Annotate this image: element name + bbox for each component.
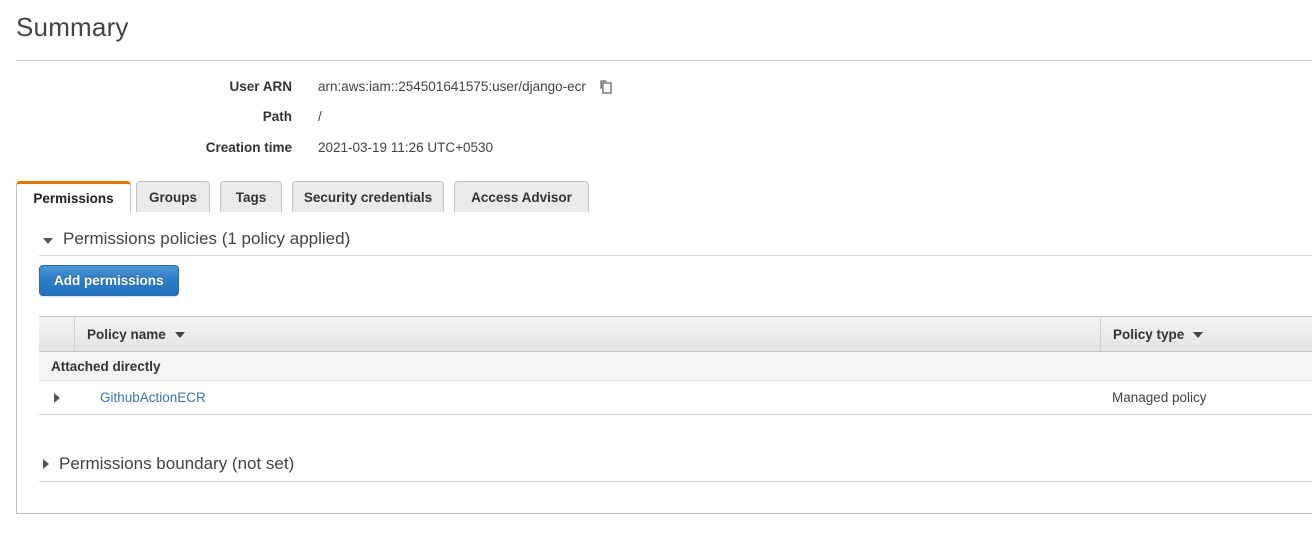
detail-value: arn:aws:iam::254501641575:user/django-ec… <box>318 78 614 94</box>
permissions-policies-section-header[interactable]: Permissions policies (1 policy applied) <box>43 229 350 249</box>
sort-descending-icon <box>175 332 185 338</box>
group-row-label: Attached directly <box>39 352 161 380</box>
tab-label: Groups <box>149 190 197 205</box>
tab-permissions[interactable]: Permissions <box>16 181 131 213</box>
tab-label: Access Advisor <box>471 190 572 205</box>
chevron-right-icon[interactable] <box>54 393 60 403</box>
user-detail-list: User ARN arn:aws:iam::254501641575:user/… <box>0 78 1312 171</box>
detail-label: Path <box>0 109 292 124</box>
tab-groups[interactable]: Groups <box>136 181 210 213</box>
page-title: Summary <box>16 12 129 43</box>
permissions-boundary-section-header[interactable]: Permissions boundary (not set) <box>43 454 294 474</box>
detail-value: / <box>318 109 322 124</box>
tab-label: Security credentials <box>304 190 432 205</box>
detail-label: Creation time <box>0 140 292 155</box>
column-header-label: Policy type <box>1113 327 1184 342</box>
detail-row-user-arn: User ARN arn:aws:iam::254501641575:user/… <box>0 78 1312 109</box>
policy-type-text: Managed policy <box>1112 390 1207 405</box>
chevron-right-icon <box>43 459 49 469</box>
row-expand-cell[interactable] <box>39 381 75 414</box>
copy-icon[interactable] <box>598 79 614 95</box>
policy-name-cell: GithubActionECR <box>75 381 1100 414</box>
chevron-down-icon <box>43 238 53 244</box>
tab-label: Tags <box>236 190 267 205</box>
table-group-row: Attached directly <box>39 352 1312 381</box>
title-divider <box>16 60 1312 61</box>
detail-value: 2021-03-19 11:26 UTC+0530 <box>318 140 493 155</box>
add-permissions-button[interactable]: Add permissions <box>39 265 179 296</box>
column-header-label: Policy name <box>87 327 166 342</box>
sort-descending-icon <box>1193 332 1203 338</box>
section-heading-text: Permissions policies (1 policy applied) <box>63 229 350 249</box>
tab-security-credentials[interactable]: Security credentials <box>292 181 444 213</box>
tab-access-advisor[interactable]: Access Advisor <box>454 181 589 213</box>
section-divider <box>39 481 1312 482</box>
detail-row-creation-time: Creation time 2021-03-19 11:26 UTC+0530 <box>0 140 1312 171</box>
table-header-row: Policy name Policy type <box>39 316 1312 352</box>
column-policy-type[interactable]: Policy type <box>1100 317 1312 351</box>
policy-type-cell: Managed policy <box>1100 381 1312 414</box>
detail-label: User ARN <box>0 79 292 94</box>
detail-row-path: Path / <box>0 109 1312 140</box>
column-policy-name[interactable]: Policy name <box>75 317 1100 351</box>
policy-table: Policy name Policy type Attached directl… <box>39 316 1312 415</box>
section-divider <box>39 255 1312 256</box>
add-permissions-label: Add permissions <box>54 273 164 288</box>
tab-label: Permissions <box>33 191 113 206</box>
tab-bar: Permissions Groups Tags Security credent… <box>16 181 1312 213</box>
section-heading-text: Permissions boundary (not set) <box>59 454 294 474</box>
table-row: GithubActionECR Managed policy <box>39 381 1312 415</box>
permissions-tab-panel: Permissions policies (1 policy applied) … <box>16 212 1312 514</box>
policy-name-link[interactable]: GithubActionECR <box>87 390 206 405</box>
iam-user-summary-page: Summary User ARN arn:aws:iam::2545016415… <box>0 0 1312 543</box>
tab-tags[interactable]: Tags <box>220 181 282 213</box>
user-arn-text: arn:aws:iam::254501641575:user/django-ec… <box>318 79 586 94</box>
select-all-cell[interactable] <box>39 317 75 351</box>
